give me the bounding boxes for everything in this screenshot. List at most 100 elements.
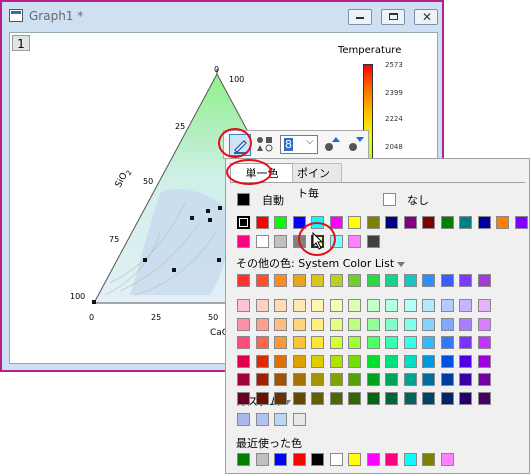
system-color-swatch[interactable] (348, 354, 361, 368)
system-color-swatch[interactable] (422, 354, 435, 368)
system-color-swatch[interactable] (237, 317, 250, 331)
system-color-swatch[interactable] (255, 274, 269, 287)
system-color-swatch[interactable] (274, 354, 287, 368)
system-color-swatch[interactable] (477, 373, 491, 386)
basic-color-swatch[interactable] (366, 235, 380, 248)
basic-color-swatch[interactable] (274, 216, 287, 229)
basic-color-swatch[interactable] (237, 235, 250, 248)
system-color-swatch[interactable] (422, 391, 435, 405)
system-color-swatch[interactable] (459, 373, 472, 386)
system-color-swatch[interactable] (477, 317, 491, 331)
system-color-swatch[interactable] (366, 336, 380, 349)
system-color-swatch[interactable] (255, 354, 269, 368)
custom-color-swatch[interactable] (274, 413, 287, 426)
system-color-swatch[interactable] (292, 336, 306, 349)
system-color-swatch[interactable] (422, 373, 435, 386)
basic-color-swatch[interactable] (274, 235, 287, 248)
basic-color-swatch[interactable] (311, 216, 324, 229)
system-color-swatch[interactable] (237, 299, 250, 312)
basic-color-swatch[interactable] (440, 216, 454, 229)
system-color-swatch[interactable] (422, 299, 435, 312)
recent-color-swatch[interactable] (440, 453, 454, 466)
system-color-swatch[interactable] (366, 391, 380, 405)
custom-color-swatch[interactable] (255, 413, 269, 426)
system-color-swatch[interactable] (292, 373, 306, 386)
system-color-swatch[interactable] (329, 317, 343, 331)
system-color-swatch[interactable] (255, 336, 269, 349)
basic-color-swatch[interactable] (422, 216, 435, 229)
decrease-size-button[interactable] (346, 134, 368, 156)
tab-single-color[interactable]: 単一色 (230, 163, 294, 183)
system-color-swatch[interactable] (366, 373, 380, 386)
system-color-swatch[interactable] (403, 354, 417, 368)
system-color-swatch[interactable] (274, 336, 287, 349)
system-color-swatch[interactable] (403, 336, 417, 349)
system-color-swatch[interactable] (311, 373, 324, 386)
system-color-swatch[interactable] (385, 299, 398, 312)
system-color-swatch[interactable] (422, 336, 435, 349)
system-color-swatch[interactable] (292, 317, 306, 331)
system-color-swatch[interactable] (329, 373, 343, 386)
system-color-swatch[interactable] (440, 354, 454, 368)
recent-color-swatch[interactable] (348, 453, 361, 466)
system-color-swatch[interactable] (403, 299, 417, 312)
system-color-swatch[interactable] (237, 336, 250, 349)
close-button[interactable]: ✕ (414, 9, 438, 25)
system-color-swatch[interactable] (459, 299, 472, 312)
system-color-swatch[interactable] (422, 317, 435, 331)
basic-color-swatch[interactable] (496, 216, 509, 229)
basic-color-swatch[interactable] (459, 216, 472, 229)
system-color-swatch[interactable] (440, 391, 454, 405)
system-color-swatch[interactable] (477, 274, 491, 287)
auto-label[interactable]: 自動 (262, 192, 284, 208)
system-color-swatch[interactable] (459, 354, 472, 368)
basic-color-swatch[interactable] (477, 216, 491, 229)
system-color-swatch[interactable] (403, 373, 417, 386)
system-color-swatch[interactable] (459, 336, 472, 349)
system-color-swatch[interactable] (440, 373, 454, 386)
system-color-swatch[interactable] (440, 274, 454, 287)
basic-color-swatch[interactable] (292, 235, 306, 248)
system-color-swatch[interactable] (311, 336, 324, 349)
system-color-swatch[interactable] (477, 354, 491, 368)
system-color-swatch[interactable] (477, 336, 491, 349)
recent-color-swatch[interactable] (403, 453, 417, 466)
recent-color-swatch[interactable] (255, 453, 269, 466)
system-color-swatch[interactable] (292, 274, 306, 287)
recent-color-swatch[interactable] (366, 453, 380, 466)
system-color-swatch[interactable] (477, 299, 491, 312)
recent-color-swatch[interactable] (311, 453, 324, 466)
system-color-swatch[interactable] (348, 391, 361, 405)
basic-color-swatch[interactable] (514, 216, 528, 229)
basic-color-swatch[interactable] (329, 216, 343, 229)
system-color-swatch[interactable] (274, 274, 287, 287)
system-color-swatch[interactable] (366, 354, 380, 368)
system-color-swatch[interactable] (403, 317, 417, 331)
system-color-swatch[interactable] (440, 299, 454, 312)
system-color-swatch[interactable] (348, 317, 361, 331)
symbol-size-combobox[interactable]: 8 ⌵ (280, 135, 318, 154)
basic-color-swatch[interactable] (237, 216, 250, 229)
system-color-swatch[interactable] (366, 317, 380, 331)
recent-color-swatch[interactable] (422, 453, 435, 466)
symbol-color-button[interactable] (229, 134, 251, 156)
system-color-swatch[interactable] (255, 373, 269, 386)
system-color-swatch[interactable] (348, 274, 361, 287)
system-color-swatch[interactable] (329, 274, 343, 287)
system-color-swatch[interactable] (274, 317, 287, 331)
system-color-swatch[interactable] (311, 391, 324, 405)
system-color-swatch[interactable] (329, 391, 343, 405)
system-color-swatch[interactable] (385, 317, 398, 331)
system-color-swatch[interactable] (440, 317, 454, 331)
system-color-swatch[interactable] (440, 336, 454, 349)
recent-color-swatch[interactable] (292, 453, 306, 466)
basic-color-swatch[interactable] (292, 216, 306, 229)
recent-color-swatch[interactable] (237, 453, 250, 466)
system-color-swatch[interactable] (237, 354, 250, 368)
system-color-swatch[interactable] (274, 373, 287, 386)
system-color-swatch[interactable] (274, 299, 287, 312)
basic-color-swatch[interactable] (385, 216, 398, 229)
symbol-shape-button[interactable] (255, 134, 277, 156)
system-color-swatch[interactable] (237, 391, 250, 405)
basic-color-swatch[interactable] (255, 216, 269, 229)
